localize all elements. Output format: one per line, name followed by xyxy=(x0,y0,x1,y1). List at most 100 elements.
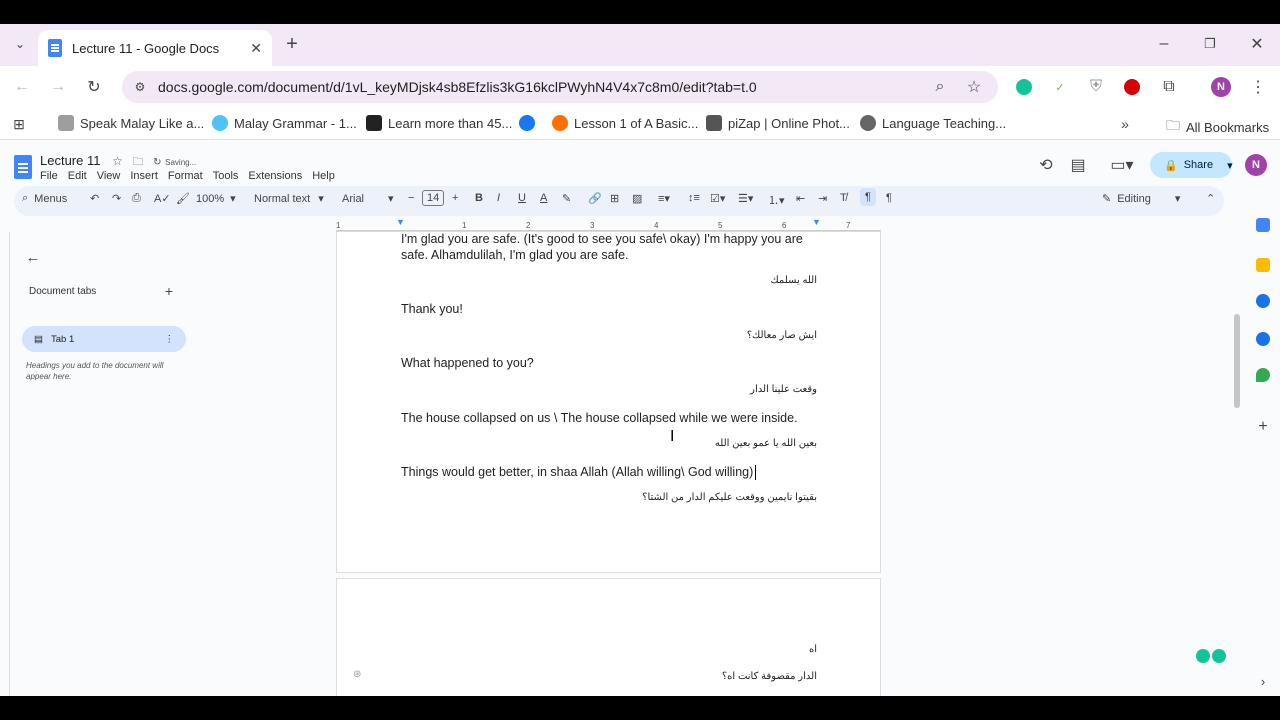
tab-item-tab1[interactable]: ▤ Tab 1 ⋮ xyxy=(22,326,186,352)
increase-indent-button[interactable]: ⇥ xyxy=(818,192,827,205)
grammarly-icon[interactable] xyxy=(1016,79,1032,95)
menu-file[interactable]: File xyxy=(40,170,58,182)
horizontal-ruler[interactable]: 1 ▼ 1 2 3 4 5 6 ▼ 7 xyxy=(336,217,881,231)
paragraph-ar[interactable]: بعين الله يا عمو بعين الله xyxy=(715,438,817,449)
get-addons-icon[interactable]: + xyxy=(1254,418,1272,436)
bookmark-item[interactable]: Lesson 1 of A Basic... xyxy=(552,115,698,131)
keep-icon[interactable] xyxy=(1256,258,1270,272)
paragraph-en[interactable]: safe. Alhamdulilah, I'm glad you are saf… xyxy=(401,248,629,262)
new-tab-icon[interactable]: + xyxy=(282,33,302,55)
menu-view[interactable]: View xyxy=(97,170,121,182)
browser-tab[interactable]: Lecture 11 - Google Docs ✕ xyxy=(38,30,272,66)
bold-button[interactable]: B xyxy=(475,192,483,204)
zoom-search-icon[interactable]: ⌕ xyxy=(930,77,950,97)
maps-icon[interactable] xyxy=(1256,368,1270,382)
all-bookmarks[interactable]: 🗀 All Bookmarks xyxy=(1166,115,1269,139)
back-icon[interactable]: ← xyxy=(12,77,32,97)
bookmark-item[interactable] xyxy=(519,115,535,131)
ltr-button[interactable]: ¶ xyxy=(860,188,876,206)
browser-menu-icon[interactable]: ⋮ xyxy=(1248,77,1268,97)
font-size-increase[interactable]: + xyxy=(452,192,458,204)
paragraph-ar[interactable]: بقيتوا نايمين ووقعت عليكم الدار من الشتا… xyxy=(642,492,817,503)
paragraph-ar[interactable]: وقعت علينا الدار xyxy=(750,384,817,395)
paragraph-en[interactable]: Thank you! xyxy=(401,302,463,316)
comment-button[interactable]: ⊞ xyxy=(610,192,619,205)
italic-button[interactable]: I xyxy=(497,192,500,204)
user-avatar[interactable]: N xyxy=(1245,154,1267,176)
underline-button[interactable]: U xyxy=(518,192,526,204)
back-arrow-icon[interactable]: ← xyxy=(24,248,42,266)
paragraph-en[interactable]: Things would get better, in shaa Allah (… xyxy=(401,465,753,479)
link-button[interactable]: 🔗 xyxy=(588,192,602,205)
abc-extension-icon[interactable]: ✓ xyxy=(1050,77,1070,97)
highlight-button[interactable]: ✎ xyxy=(562,192,571,205)
tasks-icon[interactable] xyxy=(1256,294,1270,308)
hide-menus-button[interactable]: ⌃ xyxy=(1206,192,1215,205)
font-size-input[interactable]: 14 xyxy=(422,190,445,206)
document-page[interactable]: I'm glad you are safe. (It's good to see… xyxy=(336,231,881,573)
bookmark-star-icon[interactable]: ☆ xyxy=(964,77,984,97)
bookmark-item[interactable]: Learn more than 45... xyxy=(366,115,512,131)
site-info-icon[interactable]: ⚙ xyxy=(132,79,148,95)
extensions-puzzle-icon[interactable]: ⧉ xyxy=(1159,77,1179,97)
adblock-icon[interactable] xyxy=(1124,79,1140,95)
menu-edit[interactable]: Edit xyxy=(68,170,87,182)
bulleted-list-button[interactable]: ☰▾ xyxy=(738,192,753,205)
paragraph-en[interactable]: I'm glad you are safe. (It's good to see… xyxy=(401,232,803,246)
menu-format[interactable]: Format xyxy=(168,170,203,182)
share-button[interactable]: 🔒 Share ▾ xyxy=(1150,152,1233,178)
forward-icon[interactable]: → xyxy=(48,77,68,97)
bookmark-item[interactable]: Speak Malay Like a... xyxy=(58,115,204,131)
apps-grid-icon[interactable]: ⊞ xyxy=(10,115,28,133)
address-bar[interactable]: ⚙ docs.google.com/document/d/1vL_keyMDjs… xyxy=(122,71,998,103)
version-history-icon[interactable]: ⟲ xyxy=(1036,155,1056,175)
menu-extensions[interactable]: Extensions xyxy=(248,170,302,182)
print-button[interactable]: ⎙ xyxy=(132,192,141,205)
indent-marker-icon[interactable]: ▼ xyxy=(396,217,405,227)
menu-insert[interactable]: Insert xyxy=(130,170,158,182)
rtl-button[interactable]: ¶ xyxy=(886,192,892,204)
align-button[interactable]: ≡▾ xyxy=(658,192,670,205)
ai-assist-icon[interactable]: ⊛ xyxy=(353,669,361,680)
document-page[interactable]: اه الدار مقصوفة كانت اه؟ ⊛ xyxy=(336,578,881,696)
more-bookmarks-chevron-icon[interactable]: » xyxy=(1116,115,1134,133)
numbered-list-button[interactable]: ⒈▾ xyxy=(768,192,785,208)
close-window-icon[interactable]: ✕ xyxy=(1247,34,1267,54)
text-color-button[interactable]: A xyxy=(540,192,547,204)
close-tab-icon[interactable]: ✕ xyxy=(250,40,262,57)
checklist-button[interactable]: ☑▾ xyxy=(710,192,725,205)
undo-button[interactable]: ↶ xyxy=(90,192,99,205)
paragraph-en[interactable]: The house collapsed on us \ The house co… xyxy=(401,411,798,425)
contacts-icon[interactable] xyxy=(1256,332,1270,346)
reload-icon[interactable]: ↻ xyxy=(84,77,104,97)
menu-help[interactable]: Help xyxy=(312,170,335,182)
star-icon[interactable]: ☆ xyxy=(112,154,123,168)
grammarly-badge-icon[interactable] xyxy=(1196,649,1210,663)
style-select[interactable]: Normal text ▾ xyxy=(254,192,324,206)
meet-video-icon[interactable]: ▭▾ xyxy=(1106,155,1138,175)
paint-format-button[interactable]: 🖌 xyxy=(176,192,190,205)
comments-icon[interactable]: ▤ xyxy=(1068,155,1088,175)
zoom-select[interactable]: 100% ▾ xyxy=(196,192,236,206)
tab-options-icon[interactable]: ⋮ xyxy=(165,334,175,345)
bookmark-item[interactable]: piZap | Online Phot... xyxy=(706,115,850,131)
profile-avatar[interactable]: N xyxy=(1211,77,1231,97)
calendar-icon[interactable] xyxy=(1256,218,1270,232)
share-dropdown-icon[interactable]: ▾ xyxy=(1227,159,1233,172)
collapse-panel-icon[interactable]: › xyxy=(1254,672,1272,690)
move-folder-icon[interactable]: 🗀 xyxy=(132,156,143,168)
spellcheck-button[interactable]: A✓ xyxy=(154,192,171,205)
paragraph-ar[interactable]: اه xyxy=(809,644,817,655)
docs-logo-icon[interactable] xyxy=(14,155,32,179)
tab-search-chevron-icon[interactable]: ⌄ xyxy=(10,34,30,54)
redo-button[interactable]: ↷ xyxy=(112,192,121,205)
scrollbar-thumb[interactable] xyxy=(1234,314,1240,408)
menu-tools[interactable]: Tools xyxy=(213,170,239,182)
line-spacing-button[interactable]: ↕≡ xyxy=(688,192,700,204)
clear-formatting-button[interactable]: T̸ xyxy=(840,192,847,204)
decrease-indent-button[interactable]: ⇤ xyxy=(796,192,805,205)
bookmark-item[interactable]: Malay Grammar - 1... xyxy=(212,115,357,131)
shield-extension-icon[interactable]: ⛨ xyxy=(1086,77,1106,97)
image-button[interactable]: ▨ xyxy=(632,192,642,205)
right-indent-marker-icon[interactable]: ▼ xyxy=(812,217,821,227)
